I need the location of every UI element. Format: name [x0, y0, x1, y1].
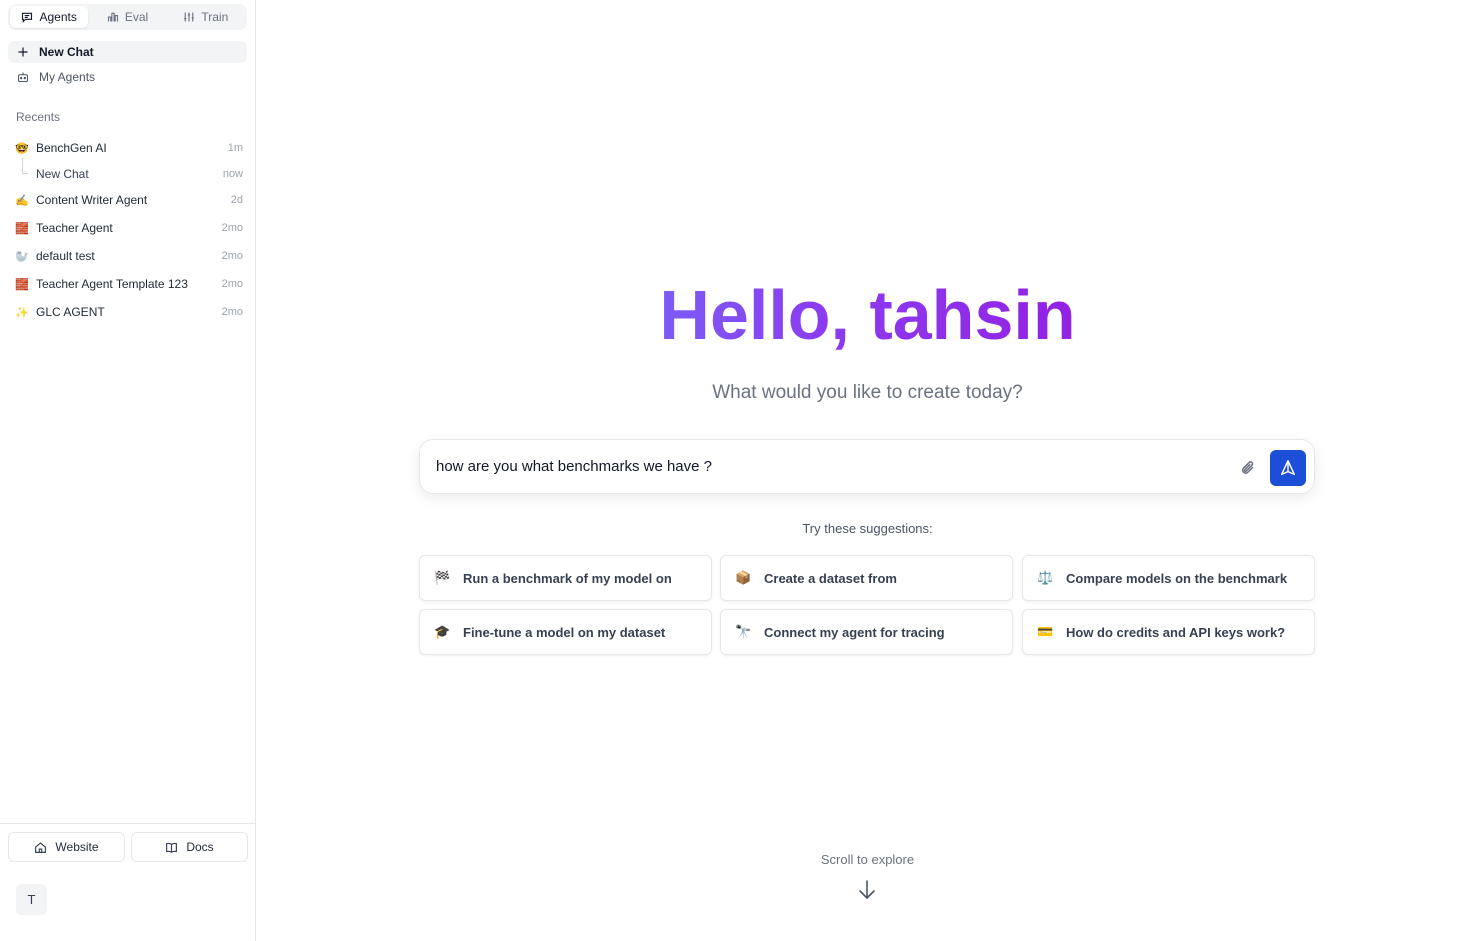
- tab-eval[interactable]: Eval: [88, 6, 166, 28]
- suggestion-card[interactable]: 🎓 Fine-tune a model on my dataset: [419, 609, 712, 655]
- suggestion-label: Compare models on the benchmark: [1066, 570, 1288, 586]
- tab-agents[interactable]: Agents: [10, 6, 89, 28]
- recent-time: 1m: [227, 142, 243, 154]
- recent-label: Teacher Agent Template 123: [36, 277, 188, 291]
- tab-train[interactable]: Train: [167, 6, 245, 28]
- recent-label: Teacher Agent: [36, 221, 113, 235]
- send-icon: [1280, 460, 1296, 476]
- chat-input[interactable]: [436, 452, 1226, 480]
- recent-label: New Chat: [36, 167, 89, 181]
- suggestion-card[interactable]: ⚖️ Compare models on the benchmark: [1022, 555, 1315, 601]
- greeting-text: Hello, tahsin: [659, 276, 1076, 354]
- bot-icon: [17, 72, 29, 83]
- chart-icon: [107, 12, 118, 22]
- recent-label: Content Writer Agent: [36, 193, 148, 207]
- recent-time: 2d: [230, 194, 243, 206]
- suggestion-label: Run a benchmark of my model on: [463, 570, 672, 586]
- agent-emoji-icon: ✍️: [15, 194, 29, 207]
- suggestion-label: Create a dataset from: [764, 570, 897, 586]
- recent-item[interactable]: New Chat now: [8, 163, 247, 185]
- avatar[interactable]: T: [16, 884, 47, 915]
- paperclip-icon[interactable]: [1238, 458, 1258, 478]
- send-button[interactable]: [1270, 450, 1306, 486]
- footer-divider: [0, 823, 256, 824]
- recent-item[interactable]: 🧱 Teacher Agent Template 123 2mo: [8, 273, 247, 295]
- chat-icon: [22, 12, 33, 23]
- plus-icon: [18, 47, 28, 57]
- recent-label: default test: [36, 249, 95, 263]
- docs-label: Docs: [186, 840, 214, 854]
- recent-time: 2mo: [221, 278, 243, 290]
- recent-item[interactable]: ✨ GLC AGENT 2mo: [8, 301, 247, 323]
- my-agents-button[interactable]: My Agents: [8, 66, 247, 88]
- scroll-label: Scroll to explore: [820, 852, 915, 867]
- recent-time: 2mo: [221, 222, 243, 234]
- suggestions-title: Try these suggestions:: [802, 521, 933, 536]
- agent-emoji-icon: ✨: [15, 306, 29, 319]
- website-label: Website: [55, 840, 99, 854]
- website-button[interactable]: Website: [8, 832, 125, 862]
- new-chat-button[interactable]: New Chat: [8, 41, 247, 63]
- checkered-flag-icon: 🏁: [434, 570, 451, 585]
- mode-tabs: Agents Eval Train: [8, 4, 247, 30]
- suggestion-label: Connect my agent for tracing: [764, 624, 945, 640]
- suggestion-card[interactable]: 🔭 Connect my agent for tracing: [720, 609, 1013, 655]
- recent-item[interactable]: 🧱 Teacher Agent 2mo: [8, 217, 247, 239]
- book-icon: [166, 842, 178, 853]
- recent-label: BenchGen AI: [36, 141, 107, 155]
- recents-title: Recents: [16, 110, 61, 124]
- suggestion-card[interactable]: 🏁 Run a benchmark of my model on: [419, 555, 712, 601]
- agent-emoji-icon: 🦭: [15, 250, 29, 263]
- recent-item[interactable]: 🤓 BenchGen AI 1m: [8, 137, 247, 159]
- agent-emoji-icon: 🤓: [15, 142, 29, 155]
- sidebar: Agents Eval Train New Chat My Agents Rec…: [0, 0, 256, 941]
- package-icon: 📦: [735, 570, 752, 585]
- suggestion-label: Fine-tune a model on my dataset: [463, 624, 666, 640]
- credit-card-icon: 💳: [1037, 624, 1054, 639]
- arrow-down-icon[interactable]: [857, 879, 877, 901]
- recent-time: 2mo: [221, 306, 243, 318]
- agent-emoji-icon: 🧱: [15, 222, 29, 235]
- greeting-heading: Hello, tahsin: [257, 270, 1478, 360]
- recent-time: 2mo: [221, 250, 243, 262]
- tab-label: Eval: [124, 10, 149, 24]
- graduation-cap-icon: 🎓: [434, 624, 451, 639]
- new-chat-label: New Chat: [39, 45, 94, 59]
- tab-label: Agents: [39, 10, 77, 24]
- scales-icon: ⚖️: [1037, 570, 1054, 585]
- suggestion-card[interactable]: 💳 How do credits and API keys work?: [1022, 609, 1315, 655]
- docs-button[interactable]: Docs: [131, 832, 248, 862]
- recent-item[interactable]: ✍️ Content Writer Agent 2d: [8, 189, 247, 211]
- recent-item[interactable]: 🦭 default test 2mo: [8, 245, 247, 267]
- recent-time: now: [222, 168, 243, 180]
- telescope-icon: 🔭: [735, 624, 752, 639]
- home-icon: [35, 841, 47, 853]
- suggestion-label: How do credits and API keys work?: [1066, 624, 1286, 640]
- agent-emoji-icon: 🧱: [15, 278, 29, 291]
- sliders-icon: [184, 12, 195, 22]
- recent-label: GLC AGENT: [36, 305, 105, 319]
- tab-label: Train: [201, 10, 229, 24]
- chat-input-box: [419, 439, 1315, 494]
- my-agents-label: My Agents: [39, 70, 96, 84]
- suggestion-card[interactable]: 📦 Create a dataset from: [720, 555, 1013, 601]
- subtitle: What would you like to create today?: [712, 382, 1023, 403]
